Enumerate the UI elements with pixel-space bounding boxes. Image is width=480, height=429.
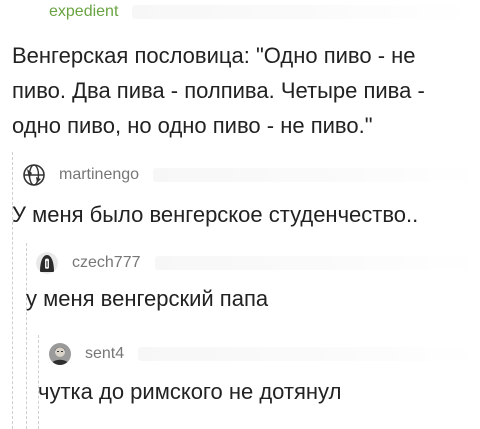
comment-header: martinengo	[12, 163, 480, 187]
comment-reply: martinengo У меня было венгерское студен…	[12, 149, 480, 232]
comment-reply: czech777 у меня венгерский папа	[26, 241, 480, 316]
comment-header: expedient	[12, 0, 472, 24]
comment-meta-fade	[138, 347, 480, 361]
comment-author-link[interactable]: expedient	[49, 3, 118, 21]
portrait-avatar-icon[interactable]	[49, 343, 71, 365]
comment-meta-fade	[153, 168, 480, 182]
comment-header: sent4	[38, 342, 480, 366]
comment-author-link[interactable]: sent4	[85, 345, 124, 363]
comment-text: чутка до римского не дотянул	[38, 379, 342, 404]
comment-meta-fade	[132, 5, 472, 19]
comment-text: У меня было венгерское студенчество..	[12, 202, 419, 227]
comment-author-link[interactable]: czech777	[72, 254, 141, 272]
comment-thread: expedient Венгерская пословица: "Одно пи…	[0, 0, 480, 429]
comment-text: Венгерская пословица: "Одно пиво - не пи…	[12, 43, 425, 138]
comment-author-link[interactable]: martinengo	[59, 166, 139, 184]
globe-emblem-icon[interactable]	[23, 164, 45, 186]
helmet-knight-icon[interactable]	[36, 252, 58, 274]
comment-reply: sent4 чутка до римского не дотянул	[38, 333, 480, 409]
comment-root: expedient Венгерская пословица: "Одно пи…	[12, 0, 472, 143]
comment-meta-fade	[154, 256, 480, 270]
comment-header: czech777	[26, 251, 480, 275]
comment-text: у меня венгерский папа	[26, 286, 269, 311]
